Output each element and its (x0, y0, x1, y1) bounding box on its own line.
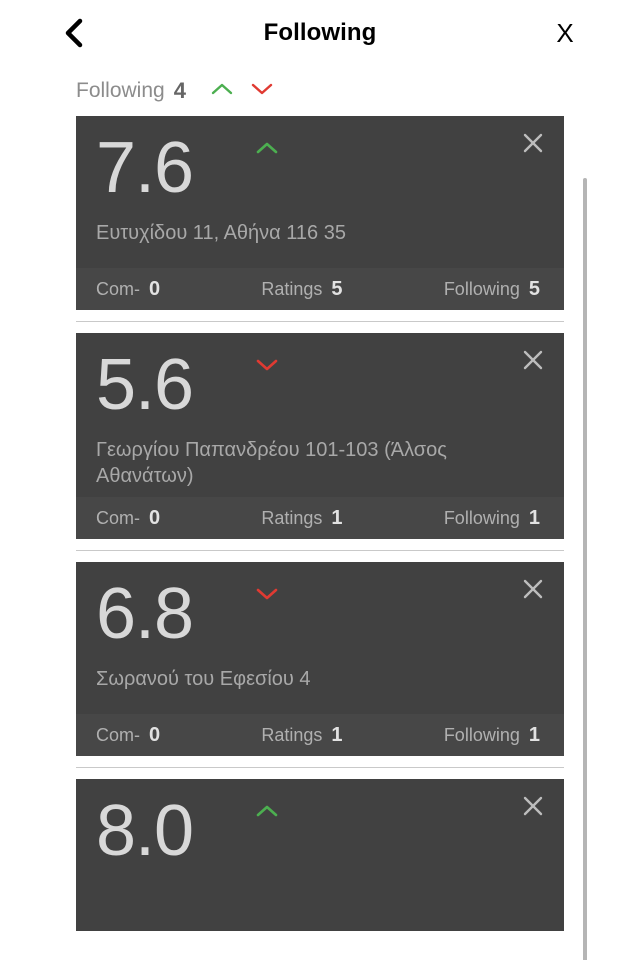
stat-value: 0 (149, 277, 161, 300)
sort-ascending-button[interactable] (209, 80, 235, 102)
chevron-down-icon (251, 82, 273, 101)
card-body: 5.6 Γεωργίου Παπανδρέου 101-103 (Άλσος Αθ… (76, 333, 564, 497)
card-separator (76, 767, 564, 768)
card-stats-row: Com- 0 Ratings 5 Following 5 (76, 268, 564, 310)
sort-controls (209, 80, 275, 102)
following-card[interactable]: 7.6 Ευτυχίδου 11, Αθήνα 116 35 Com- 0 Rating… (76, 116, 564, 310)
chevron-up-icon (211, 82, 233, 101)
following-list: 7.6 Ευτυχίδου 11, Αθήνα 116 35 Com- 0 Rating… (0, 116, 640, 931)
stat-label: Following (443, 278, 520, 299)
stat-value: 5 (528, 277, 540, 300)
card-close-button[interactable] (516, 128, 550, 162)
sort-descending-button[interactable] (249, 80, 275, 102)
stat-item: Ratings 5 (261, 278, 342, 301)
stat-value: 1 (331, 506, 343, 529)
card-body: 6.8 Σωρανού του Εφεσίου 4 (76, 562, 564, 714)
stat-label: Following (443, 724, 520, 745)
score-value: 5.6 (96, 345, 194, 425)
card-close-button[interactable] (516, 791, 550, 825)
card-stats-row: Com- 0 Ratings 1 Following 1 (76, 497, 564, 539)
scrollbar[interactable] (583, 178, 587, 960)
chevron-left-icon (64, 18, 84, 48)
stat-value: 5 (331, 277, 343, 300)
stat-label: Com- (96, 507, 140, 528)
stat-value: 1 (331, 723, 343, 746)
stat-item: Com- 0 (96, 507, 160, 530)
app-bar: Following X (0, 0, 640, 66)
following-card-wrapper: 7.6 Ευτυχίδου 11, Αθήνα 116 35 Com- 0 Rating… (76, 116, 564, 322)
scrollbar-thumb[interactable] (583, 178, 587, 960)
close-icon (521, 131, 545, 160)
stat-item: Com- 0 (96, 278, 160, 301)
following-summary-row: Following 4 (0, 66, 640, 116)
card-separator (76, 550, 564, 551)
close-icon (521, 794, 545, 823)
following-card[interactable]: 5.6 Γεωργίου Παπανδρέου 101-103 (Άλσος Αθ… (76, 333, 564, 539)
stat-label: Following (443, 507, 520, 528)
stat-value: 1 (528, 723, 540, 746)
following-card-wrapper: 8.0 (76, 779, 564, 931)
score-value: 6.8 (96, 574, 194, 654)
stat-label: Ratings (261, 724, 323, 745)
chevron-down-icon (254, 584, 280, 604)
stat-item: Following 1 (444, 724, 540, 747)
stat-item: Ratings 1 (261, 507, 342, 530)
stat-item: Following 5 (444, 278, 540, 301)
card-address: Ευτυχίδου 11, Αθήνα 116 35 (96, 222, 346, 244)
stat-item: Following 1 (444, 507, 540, 530)
stat-value: 0 (149, 723, 161, 746)
following-card-wrapper: 6.8 Σωρανού του Εφεσίου 4 Com- 0 Ratings 1 Fol… (76, 562, 564, 768)
stat-label: Com- (96, 278, 140, 299)
stat-value: 0 (149, 506, 161, 529)
score-value: 7.6 (96, 128, 194, 208)
card-address: Σωρανού του Εφεσίου 4 (96, 668, 311, 690)
stat-item: Ratings 1 (261, 724, 342, 747)
stat-value: 1 (528, 506, 540, 529)
following-card[interactable]: 8.0 (76, 779, 564, 931)
page-title: Following (263, 19, 377, 46)
following-card-wrapper: 5.6 Γεωργίου Παπανδρέου 101-103 (Άλσος Αθ… (76, 333, 564, 551)
chevron-down-icon (254, 355, 280, 375)
stat-item: Com- 0 (96, 724, 160, 747)
following-card[interactable]: 6.8 Σωρανού του Εφεσίου 4 Com- 0 Ratings 1 Fol… (76, 562, 564, 756)
card-close-button[interactable] (516, 345, 550, 379)
stat-label: Ratings (261, 278, 323, 299)
following-summary-count: 4 (173, 78, 186, 103)
card-body: 8.0 (76, 779, 564, 931)
card-body: 7.6 Ευτυχίδου 11, Αθήνα 116 35 (76, 116, 564, 268)
card-address: Γεωργίου Παπανδρέου 101-103 (Άλσος Αθανά… (96, 439, 447, 487)
following-summary-label: Following (76, 79, 165, 102)
score-value: 8.0 (96, 791, 194, 871)
close-icon (521, 577, 545, 606)
stat-label: Ratings (261, 507, 323, 528)
back-button[interactable] (54, 13, 94, 53)
chevron-up-icon (254, 138, 280, 158)
card-close-button[interactable] (516, 574, 550, 608)
chevron-up-icon (254, 801, 280, 821)
following-list-viewport: 7.6 Ευτυχίδου 11, Αθήνα 116 35 Com- 0 Rating… (0, 116, 640, 960)
card-stats-row: Com- 0 Ratings 1 Following 1 (76, 714, 564, 756)
card-separator (76, 321, 564, 322)
close-icon (521, 348, 545, 377)
close-screen-button[interactable]: X (548, 16, 582, 50)
stat-label: Com- (96, 724, 140, 745)
